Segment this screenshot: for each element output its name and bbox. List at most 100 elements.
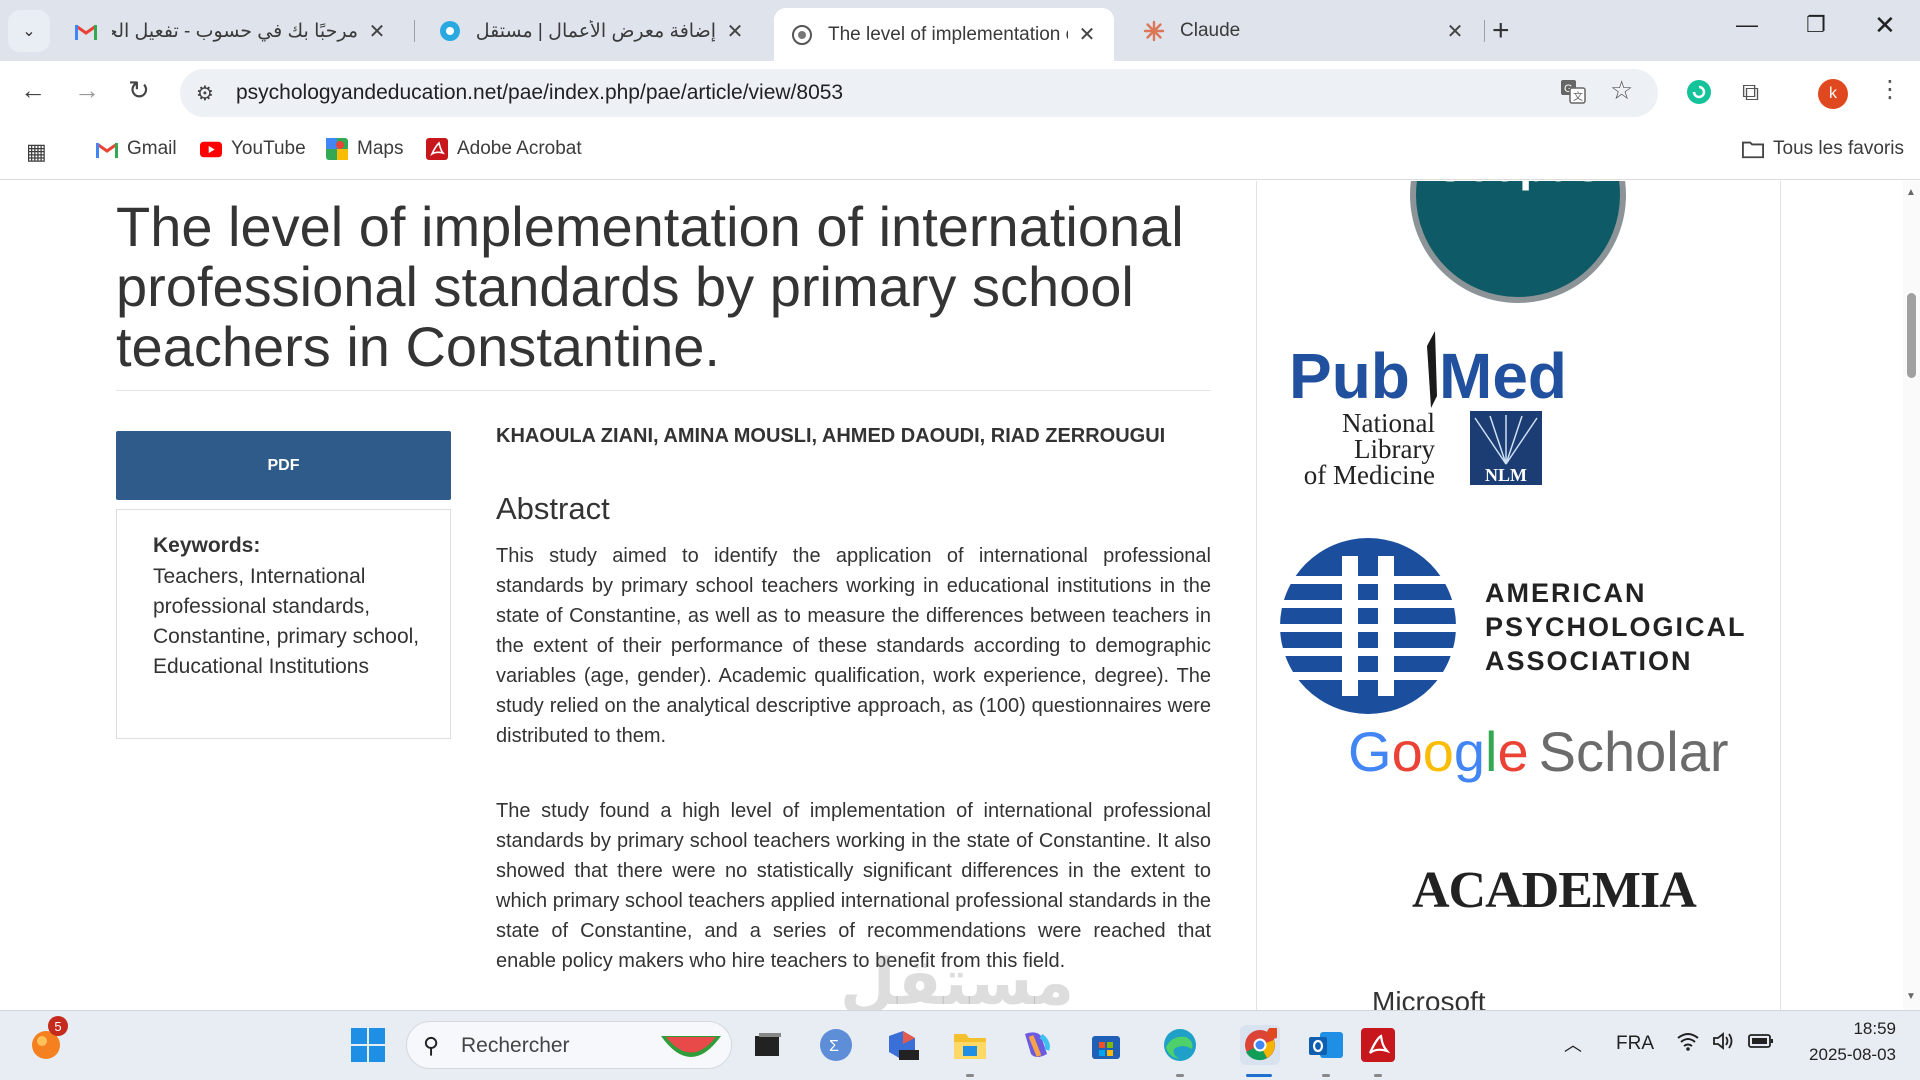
apa-logo[interactable]: AMERICAN PSYCHOLOGICAL ASSOCIATION xyxy=(1280,536,1760,716)
maps-icon xyxy=(326,138,348,160)
article-authors: KHAOULA ZIANI, AMINA MOUSLI, AHMED DAOUD… xyxy=(496,425,1166,447)
bookmark-adobe-acrobat[interactable]: Adobe Acrobat xyxy=(426,138,582,160)
pubmed-logo[interactable]: Pub Med National Library of Medicine NLM xyxy=(1285,326,1605,506)
acrobat-icon xyxy=(426,138,448,160)
task-view-icon[interactable] xyxy=(748,1025,788,1065)
bookmark-youtube[interactable]: YouTube xyxy=(200,138,306,160)
bookmark-gmail[interactable]: Gmail xyxy=(96,138,177,160)
clock-time[interactable]: 18:59 xyxy=(1796,1019,1896,1039)
page-scrollbar[interactable]: ▲ ▼ xyxy=(1903,181,1920,1010)
gmail-icon xyxy=(96,138,118,160)
volume-icon[interactable] xyxy=(1712,1031,1736,1057)
extensions-puzzle-icon[interactable]: ⧉ xyxy=(1742,79,1759,107)
bookmark-label: YouTube xyxy=(231,138,306,159)
copilot-app-icon[interactable] xyxy=(1016,1025,1056,1065)
scopus-logo[interactable]: Scopus xyxy=(1410,181,1626,303)
acrobat-taskbar-icon[interactable] xyxy=(1358,1025,1398,1065)
windows-start-icon[interactable] xyxy=(348,1025,388,1065)
tab-claude[interactable]: Claude ✕ xyxy=(1126,8,1482,54)
search-placeholder: Rechercher xyxy=(461,1034,570,1057)
running-indicator xyxy=(1322,1074,1330,1077)
tab-search-chevron-icon[interactable]: ⌄ xyxy=(8,10,50,52)
tab-mostaql[interactable]: إضافة معرض الأعمال | مستقل ✕ xyxy=(422,8,762,54)
edge-browser-icon[interactable] xyxy=(1160,1025,1200,1065)
close-tab-icon[interactable]: ✕ xyxy=(724,19,746,44)
microsoft-academic-logo[interactable]: Microsoft xyxy=(1372,986,1486,1010)
tab-title: The level of implementation of i xyxy=(828,23,1068,45)
running-indicator xyxy=(966,1074,974,1077)
url-text[interactable]: psychologyandeducation.net/pae/index.php… xyxy=(236,81,843,105)
close-tab-icon[interactable]: ✕ xyxy=(1444,19,1466,44)
tab-strip: ⌄ مرحبًا بك في حسوب - تفعيل الحسا ✕ إضاف… xyxy=(0,0,1920,61)
google-letter: l xyxy=(1485,720,1498,783)
windows-taskbar: 5 ⚲ Rechercher Σ ︿ FRA 18:59 2025-08-03 xyxy=(0,1010,1920,1080)
translate-icon[interactable]: G文 xyxy=(1560,79,1586,111)
menu-kebab-icon[interactable]: ⋮ xyxy=(1878,75,1902,104)
bookmark-label: Maps xyxy=(357,138,404,159)
gmail-icon xyxy=(74,19,98,43)
scroll-down-arrow-icon[interactable]: ▼ xyxy=(1906,991,1916,1002)
folder-icon xyxy=(1742,138,1764,160)
claude-icon xyxy=(1142,19,1166,43)
new-tab-plus-icon[interactable]: + xyxy=(1492,14,1510,48)
notification-badge: 5 xyxy=(48,1016,68,1036)
show-hidden-icons-chevron-icon[interactable]: ︿ xyxy=(1564,1031,1582,1057)
pdf-download-button[interactable]: PDF xyxy=(116,431,451,500)
youtube-icon xyxy=(200,138,222,160)
scopus-wordmark: Scopus xyxy=(1435,181,1601,191)
close-window-icon[interactable]: ✕ xyxy=(1874,10,1896,41)
close-tab-icon[interactable]: ✕ xyxy=(1076,22,1098,47)
google-letter: o xyxy=(1391,720,1423,783)
watermelon-search-highlight-icon xyxy=(661,1036,721,1057)
title-divider xyxy=(116,390,1211,391)
forward-arrow-icon[interactable]: → xyxy=(74,75,100,106)
reload-icon[interactable]: ↻ xyxy=(128,75,150,106)
academia-logo[interactable]: ACADEMIA xyxy=(1412,861,1697,920)
google-letter: e xyxy=(1497,720,1529,783)
google-scholar-logo[interactable]: Google Scholar xyxy=(1348,719,1729,784)
pubmed-book-shape xyxy=(1427,331,1437,408)
battery-icon[interactable] xyxy=(1748,1033,1774,1055)
site-info-icon[interactable]: ⚙ xyxy=(196,81,214,106)
taskbar-search-box[interactable]: ⚲ Rechercher xyxy=(406,1021,732,1069)
outlook-app-icon[interactable] xyxy=(1306,1025,1346,1065)
svg-text:Σ: Σ xyxy=(829,1038,839,1055)
microsoft-store-icon[interactable] xyxy=(1086,1025,1126,1065)
wifi-icon[interactable] xyxy=(1676,1031,1700,1057)
tab-divider xyxy=(414,20,415,42)
google-letter: g xyxy=(1453,720,1486,783)
keywords-heading: Keywords: xyxy=(153,534,261,557)
restore-icon[interactable]: ❐ xyxy=(1806,12,1826,38)
search-icon: ⚲ xyxy=(423,1033,440,1058)
active-app-indicator xyxy=(1246,1074,1272,1077)
google-letter: o xyxy=(1422,720,1454,783)
tab-title: مرحبًا بك في حسوب - تفعيل الحسا xyxy=(112,20,358,42)
tab-hsoub[interactable]: مرحبًا بك في حسوب - تفعيل الحسا ✕ xyxy=(58,8,404,54)
tab-article-active[interactable]: The level of implementation of i ✕ xyxy=(774,8,1114,61)
running-indicator xyxy=(1374,1074,1382,1077)
close-tab-icon[interactable]: ✕ xyxy=(366,19,388,44)
minimize-icon[interactable]: — xyxy=(1736,12,1758,38)
sidebar-right-border xyxy=(1780,181,1781,1010)
input-language-indicator[interactable]: FRA xyxy=(1616,1033,1654,1055)
bookmark-label: Adobe Acrobat xyxy=(457,138,582,159)
calculator-app-icon[interactable]: Σ xyxy=(816,1025,856,1065)
grammarly-extension-icon[interactable] xyxy=(1686,79,1712,111)
bookmark-star-icon[interactable]: ☆ xyxy=(1610,75,1633,106)
apa-line-2: PSYCHOLOGICAL xyxy=(1485,612,1747,642)
chrome-taskbar-icon[interactable] xyxy=(1240,1025,1280,1065)
apps-grid-icon[interactable]: ▦ xyxy=(26,139,47,165)
abstract-paragraph-1: This study aimed to identify the applica… xyxy=(496,545,1211,747)
microsoft365-app-icon[interactable] xyxy=(882,1025,922,1065)
scrollbar-thumb[interactable] xyxy=(1907,293,1916,378)
address-bar[interactable]: ⚙ psychologyandeducation.net/pae/index.p… xyxy=(180,69,1658,117)
back-arrow-icon[interactable]: ← xyxy=(20,75,46,106)
pubmed-pub-text: Pub xyxy=(1289,340,1410,412)
clock-date[interactable]: 2025-08-03 xyxy=(1796,1045,1896,1065)
bookmark-maps[interactable]: Maps xyxy=(326,138,403,160)
keywords-text: Teachers, International professional sta… xyxy=(153,565,420,678)
file-explorer-icon[interactable] xyxy=(950,1025,990,1065)
scroll-up-arrow-icon[interactable]: ▲ xyxy=(1906,187,1916,198)
all-bookmarks-folder[interactable]: Tous les favoris xyxy=(1742,138,1904,160)
profile-avatar[interactable]: k xyxy=(1818,79,1848,109)
